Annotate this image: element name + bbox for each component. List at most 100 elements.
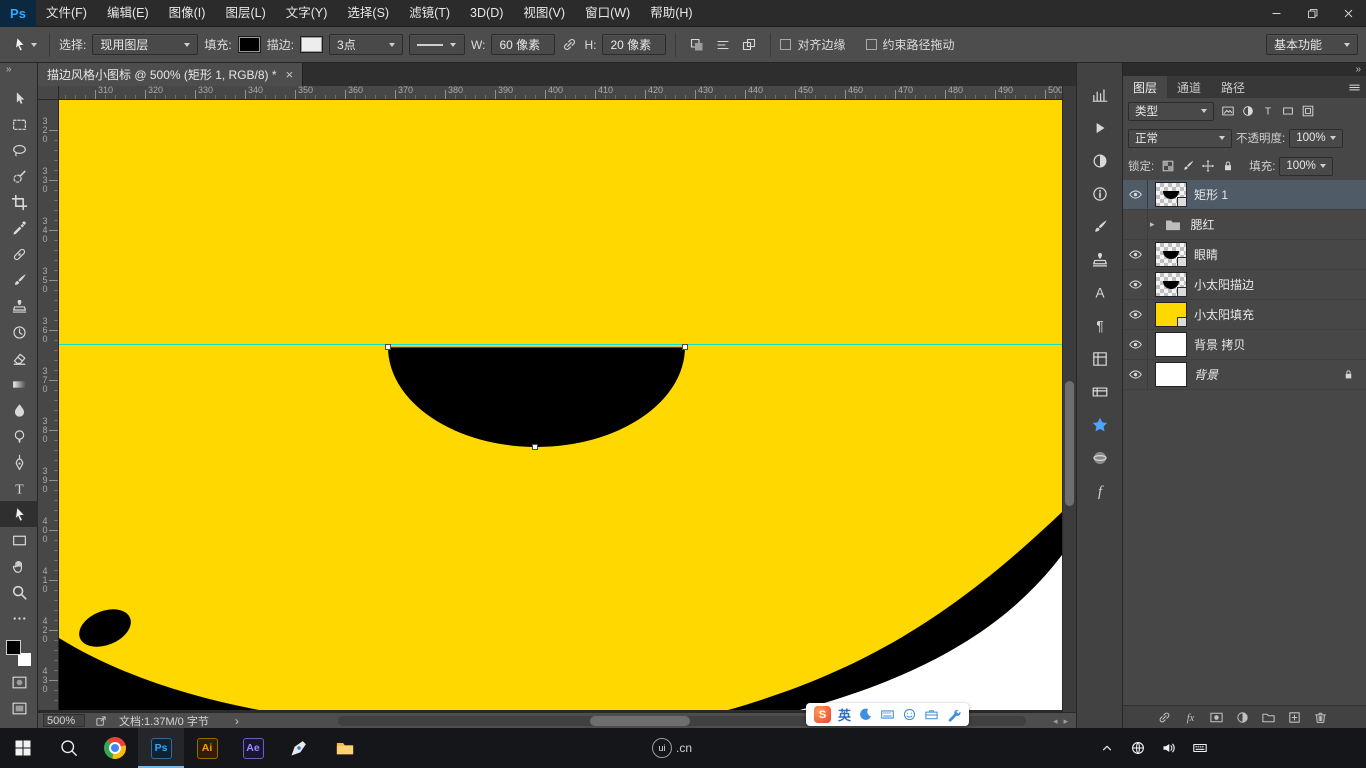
layer-filter-dropdown[interactable]: 类型 xyxy=(1128,102,1214,121)
ime-language-mode[interactable]: 英 xyxy=(838,705,851,724)
tab-图层[interactable]: 图层 xyxy=(1123,76,1167,98)
canvas[interactable] xyxy=(59,100,1062,710)
horizontal-ruler[interactable]: 3103203303403503603703803904004104204304… xyxy=(38,86,1062,100)
scroll-arrows[interactable]: ◂▸ xyxy=(1053,717,1068,726)
timeline-panel-button[interactable] xyxy=(1077,375,1123,408)
filter-pixel-button[interactable] xyxy=(1218,102,1237,121)
taskbar-file-explorer[interactable] xyxy=(322,728,368,768)
tab-路径[interactable]: 路径 xyxy=(1211,76,1255,98)
layer-row-5[interactable]: 背景 拷贝 xyxy=(1123,330,1366,360)
height-input[interactable]: 20 像素 xyxy=(602,34,666,55)
eraser-tool[interactable] xyxy=(0,345,38,371)
link-dimensions-icon[interactable] xyxy=(561,36,578,53)
layer-visibility-eye-icon[interactable] xyxy=(1123,300,1148,330)
fill-opacity-dropdown[interactable]: 100% xyxy=(1279,157,1333,176)
blend-mode-dropdown[interactable]: 正常 xyxy=(1128,129,1232,148)
hand-tool[interactable] xyxy=(0,553,38,579)
menu-type[interactable]: 文字(Y) xyxy=(276,0,338,27)
character-styles-panel-button[interactable]: f xyxy=(1077,474,1123,507)
taskbar-after-effects[interactable]: Ae xyxy=(230,728,276,768)
layer-thumbnail[interactable] xyxy=(1155,302,1187,327)
vertical-scrollbar-thumb[interactable] xyxy=(1065,381,1074,506)
foreground-color-swatch[interactable] xyxy=(6,640,21,655)
gradient-tool[interactable] xyxy=(0,371,38,397)
menu-select[interactable]: 选择(S) xyxy=(337,0,399,27)
menu-file[interactable]: 文件(F) xyxy=(36,0,97,27)
layer-row-6[interactable]: 背景 xyxy=(1123,360,1366,390)
status-expand-icon[interactable]: › xyxy=(235,714,239,728)
layer-row-2[interactable]: 眼睛 xyxy=(1123,240,1366,270)
rectangle-tool[interactable] xyxy=(0,527,38,553)
blur-tool[interactable] xyxy=(0,397,38,423)
toolbox-ime-button[interactable] xyxy=(924,707,939,722)
marquee-tool[interactable] xyxy=(0,111,38,137)
menu-edit[interactable]: 编辑(E) xyxy=(97,0,159,27)
layer-thumbnail[interactable] xyxy=(1155,242,1187,267)
horizontal-guide[interactable] xyxy=(59,344,1062,345)
stroke-style-dropdown[interactable] xyxy=(409,34,465,55)
taskbar-illustrator[interactable]: Ai xyxy=(184,728,230,768)
path-align-button[interactable] xyxy=(711,33,735,56)
menu-layer[interactable]: 图层(L) xyxy=(215,0,275,27)
histogram-panel-button[interactable] xyxy=(1077,78,1123,111)
smiley-ime-button[interactable] xyxy=(902,707,917,722)
width-input[interactable]: 60 像素 xyxy=(491,34,555,55)
layer-visibility-eye-icon[interactable] xyxy=(1123,240,1148,270)
volume-tray-button[interactable] xyxy=(1161,740,1177,756)
horizontal-scrollbar-thumb[interactable] xyxy=(590,716,690,726)
layer-mask-button[interactable] xyxy=(1209,710,1224,725)
layer-visibility-eye-icon[interactable] xyxy=(1123,270,1148,300)
quick-mask-button[interactable] xyxy=(0,669,38,695)
new-layer-button[interactable] xyxy=(1287,710,1302,725)
network-tray-button[interactable] xyxy=(1130,740,1146,756)
layer-thumbnail[interactable] xyxy=(1155,272,1187,297)
actions-panel-button[interactable] xyxy=(1077,111,1123,144)
lock-transparent-button[interactable] xyxy=(1158,157,1177,176)
character-panel-button[interactable]: A xyxy=(1077,276,1123,309)
filter-adjustment-button[interactable] xyxy=(1238,102,1257,121)
quick-select-tool[interactable] xyxy=(0,163,38,189)
stroke-width-dropdown[interactable]: 3点 xyxy=(329,34,403,55)
layer-thumbnail[interactable] xyxy=(1155,362,1187,387)
eyedropper-tool[interactable] xyxy=(0,215,38,241)
align-edges-checkbox[interactable] xyxy=(780,39,791,50)
anchor-handle-bottom-center[interactable] xyxy=(532,444,538,450)
info-panel-button[interactable] xyxy=(1077,177,1123,210)
history-brush-tool[interactable] xyxy=(0,319,38,345)
type-tool[interactable]: T xyxy=(0,475,38,501)
layer-row-0[interactable]: 矩形 1 xyxy=(1123,180,1366,210)
brush-settings-panel-button[interactable] xyxy=(1077,210,1123,243)
lock-all-button[interactable] xyxy=(1218,157,1237,176)
clone-stamp-tool[interactable] xyxy=(0,293,38,319)
healing-tool[interactable] xyxy=(0,241,38,267)
tab-close-button[interactable]: × xyxy=(286,68,294,81)
menu-help[interactable]: 帮助(H) xyxy=(640,0,702,27)
layer-row-1[interactable]: ▸腮红 xyxy=(1123,210,1366,240)
anchor-handle-top-right[interactable] xyxy=(682,344,688,350)
filter-shape-button[interactable] xyxy=(1278,102,1297,121)
filter-smart-button[interactable] xyxy=(1298,102,1317,121)
foreground-background-colors[interactable] xyxy=(6,640,32,667)
zoom-level-field[interactable]: 500% xyxy=(43,714,85,727)
wrench-ime-button[interactable] xyxy=(946,707,961,722)
keyboard-blue-ime-button[interactable] xyxy=(880,707,895,722)
minimize-button[interactable] xyxy=(1258,0,1294,27)
restore-button[interactable] xyxy=(1294,0,1330,27)
layer-visibility-eye-icon[interactable] xyxy=(1123,330,1148,360)
path-select-tool[interactable] xyxy=(0,501,38,527)
layer-visibility-eye-icon[interactable] xyxy=(1123,360,1148,390)
layer-row-4[interactable]: 小太阳填充 xyxy=(1123,300,1366,330)
layer-visibility-eye-icon[interactable] xyxy=(1123,180,1148,210)
pen-tool[interactable] xyxy=(0,449,38,475)
screen-mode-button[interactable] xyxy=(0,695,38,721)
collapse-toolbar-icon[interactable]: » xyxy=(0,63,37,77)
taskbar-chrome[interactable] xyxy=(92,728,138,768)
menu-view[interactable]: 视图(V) xyxy=(513,0,575,27)
lock-move-button[interactable] xyxy=(1198,157,1217,176)
anchor-handle-top-left[interactable] xyxy=(385,344,391,350)
layer-thumbnail[interactable] xyxy=(1155,332,1187,357)
crop-tool[interactable] xyxy=(0,189,38,215)
adjustments-panel-button[interactable] xyxy=(1077,144,1123,177)
sogou-logo-icon[interactable]: S xyxy=(814,706,831,723)
workspace-switcher[interactable]: 基本功能 xyxy=(1266,34,1358,55)
